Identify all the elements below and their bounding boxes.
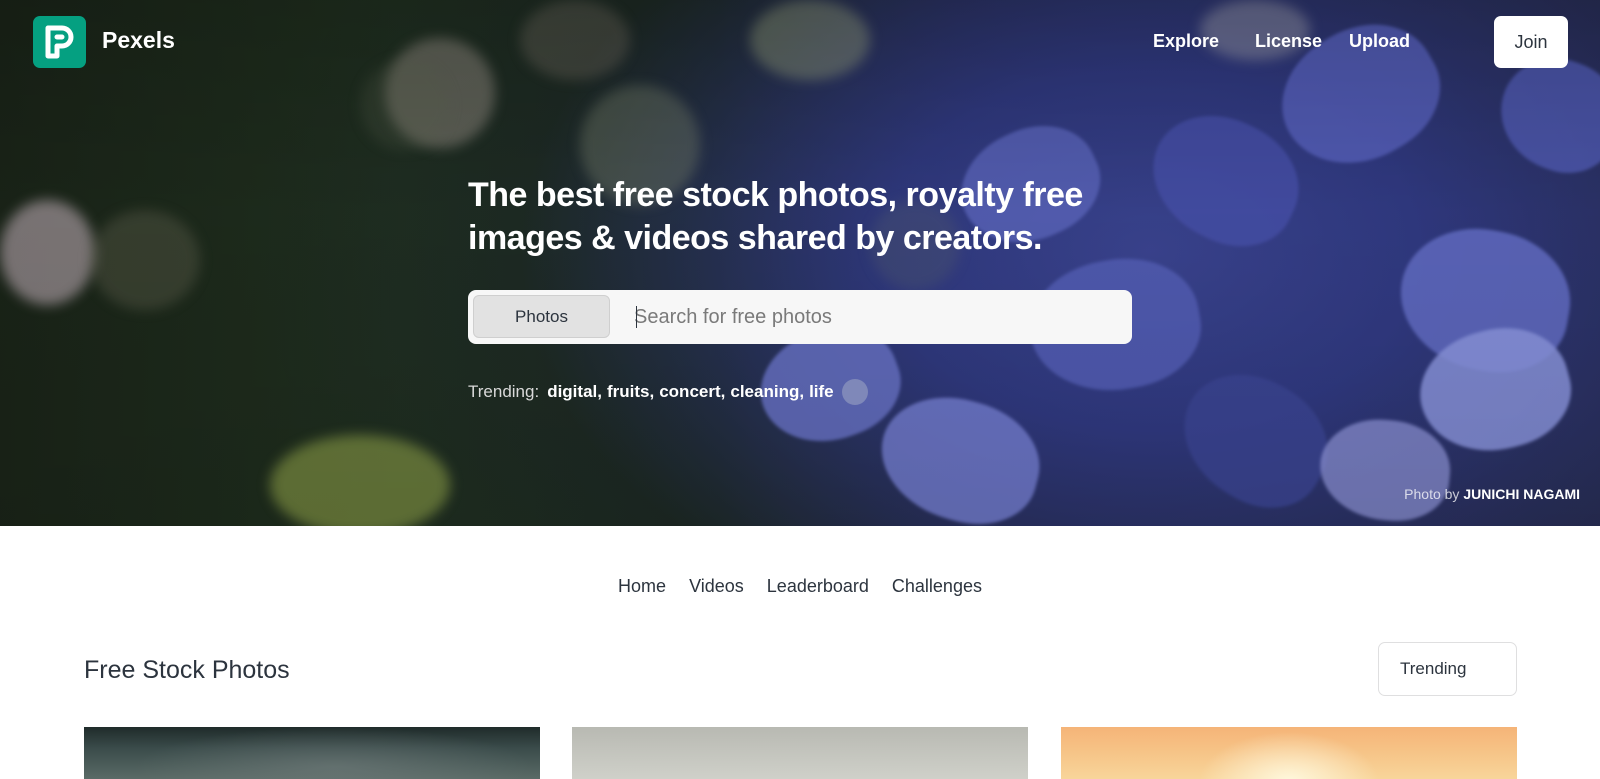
trending-item-fruits[interactable]: fruits (607, 382, 650, 402)
photo-thumbnail[interactable] (572, 727, 1028, 779)
search-input[interactable] (634, 300, 1114, 334)
nav-explore[interactable]: Explore (1153, 31, 1219, 52)
pexels-logo[interactable] (33, 16, 86, 68)
headline-line-2: images & videos shared by creators. (468, 219, 1042, 257)
section-tabs: Home Videos Leaderboard Challenges (0, 576, 1600, 597)
search-bar: Photos (468, 290, 1132, 344)
trending-item-cleaning[interactable]: cleaning (730, 382, 799, 402)
trending-searches: Trending: digital, fruits, concert, clea… (468, 379, 868, 405)
pexels-logo-icon (45, 25, 73, 59)
sort-dropdown[interactable]: Trending (1378, 642, 1517, 696)
trending-item-concert[interactable]: concert (659, 382, 720, 402)
tab-leaderboard[interactable]: Leaderboard (767, 576, 869, 596)
trending-label: Trending: (468, 382, 540, 401)
section-title: Free Stock Photos (84, 656, 290, 684)
media-type-dropdown[interactable]: Photos (473, 295, 610, 338)
join-button[interactable]: Join (1494, 16, 1568, 68)
hero-headline: The best free stock photos, royalty free… (468, 174, 1168, 260)
trending-item-digital[interactable]: digital (547, 382, 597, 402)
nav-license[interactable]: License (1255, 31, 1322, 52)
text-caret (636, 306, 637, 328)
photo-credit: Photo by JUNICHI NAGAMI (1404, 486, 1580, 502)
top-navigation: Pexels Explore License Upload Join (0, 0, 1600, 86)
more-trending-icon[interactable] (841, 379, 868, 405)
tab-home[interactable]: Home (618, 576, 666, 596)
trending-item-life[interactable]: life (809, 382, 834, 402)
credit-author-link[interactable]: JUNICHI NAGAMI (1463, 486, 1580, 502)
photo-thumbnail[interactable] (1061, 727, 1517, 779)
nav-upload[interactable]: Upload (1349, 31, 1410, 52)
tab-challenges[interactable]: Challenges (892, 576, 982, 596)
credit-prefix: Photo by (1404, 486, 1460, 502)
tab-videos[interactable]: Videos (689, 576, 744, 596)
headline-line-1: The best free stock photos, royalty free (468, 176, 1083, 214)
brand-name[interactable]: Pexels (102, 27, 175, 54)
photo-thumbnail[interactable] (84, 727, 540, 779)
